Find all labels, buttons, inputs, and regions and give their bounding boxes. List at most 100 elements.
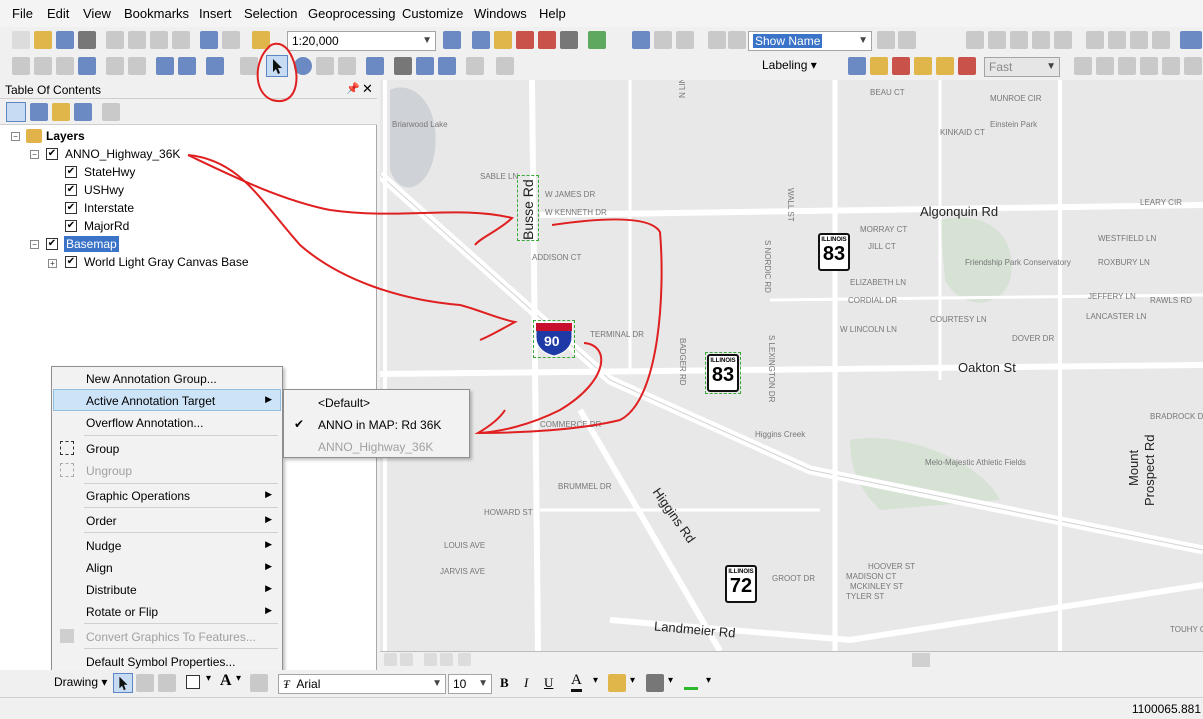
open-icon[interactable]: [34, 31, 52, 49]
fixed-zoom-out-icon[interactable]: [1108, 31, 1126, 49]
menu-geoprocessing[interactable]: Geoprocessing: [308, 6, 395, 21]
zoom-whole-page-icon[interactable]: [1032, 31, 1050, 49]
submenu-item-default[interactable]: <Default>: [286, 392, 468, 412]
collapse-icon[interactable]: −: [30, 240, 39, 249]
list-by-source-icon[interactable]: [30, 103, 48, 121]
collapse-icon[interactable]: −: [30, 150, 39, 159]
menu-item-active-annotation-target[interactable]: Active Annotation Target ▶: [53, 389, 281, 411]
layer-visibility-checkbox[interactable]: ✔: [65, 256, 77, 268]
full-extent-icon[interactable]: [78, 57, 96, 75]
map-scale-combo[interactable]: 1:20,000 ▼: [287, 31, 436, 51]
layout-zoom-out-icon[interactable]: [988, 31, 1006, 49]
layout-pan-icon[interactable]: [1010, 31, 1028, 49]
state-route-shield[interactable]: ILLINOIS 83: [707, 354, 739, 392]
zoom-in-icon[interactable]: [12, 57, 30, 75]
next-page-icon[interactable]: [877, 31, 895, 49]
arctoolbox-icon[interactable]: [538, 31, 556, 49]
editor-toolbar-icon[interactable]: [443, 31, 461, 49]
html-popup-icon[interactable]: [338, 57, 356, 75]
label-weight-icon[interactable]: [892, 57, 910, 75]
menu-edit[interactable]: Edit: [47, 6, 69, 21]
view-unplaced-icon[interactable]: [958, 57, 976, 75]
select-elements-button[interactable]: [266, 55, 288, 77]
layer-anno-highway[interactable]: ANNO_Highway_36K: [65, 147, 180, 161]
class-visibility-checkbox[interactable]: ✔: [65, 166, 77, 178]
layout-tool-icon[interactable]: [632, 31, 650, 49]
hyperlink-icon[interactable]: [316, 57, 334, 75]
pin-icon[interactable]: 📌: [346, 82, 360, 95]
last-page-icon[interactable]: [898, 31, 916, 49]
fill-color-icon[interactable]: [608, 674, 626, 692]
menu-item-new-annotation-group[interactable]: New Annotation Group...: [54, 368, 280, 388]
find-icon[interactable]: [394, 57, 412, 75]
menu-item-default-symbol-properties[interactable]: Default Symbol Properties...: [54, 651, 280, 671]
menu-view[interactable]: View: [83, 6, 111, 21]
forward-icon[interactable]: [178, 57, 196, 75]
measure-icon[interactable]: [366, 57, 384, 75]
font-combo[interactable]: Ŧ Arial ▼: [278, 674, 446, 694]
road-label-prospect[interactable]: Prospect Rd: [1142, 434, 1157, 506]
viewer-window-icon[interactable]: [496, 57, 514, 75]
first-page-icon[interactable]: [708, 31, 726, 49]
go-to-xy-icon[interactable]: [438, 57, 456, 75]
labeling-menu[interactable]: Labeling ▾: [762, 58, 817, 72]
cut-icon[interactable]: [106, 31, 124, 49]
menu-insert[interactable]: Insert: [199, 6, 232, 21]
font-color-button[interactable]: A: [571, 672, 582, 692]
menu-item-align[interactable]: Align ▶: [54, 557, 280, 577]
fixed-zoom-in-icon[interactable]: [1086, 31, 1104, 49]
toc-window-icon[interactable]: [472, 31, 490, 49]
fixed-zoom-in-icon[interactable]: [106, 57, 124, 75]
label-priority-icon[interactable]: [870, 57, 888, 75]
road-label-algonquin[interactable]: Algonquin Rd: [920, 204, 998, 219]
menu-item-nudge[interactable]: Nudge ▶: [54, 535, 280, 555]
options-icon[interactable]: [102, 103, 120, 121]
state-route-shield[interactable]: ILLINOIS 72: [725, 565, 757, 603]
delete-icon[interactable]: [172, 31, 190, 49]
find-route-icon[interactable]: [416, 57, 434, 75]
annotation-class-interstate[interactable]: Interstate: [84, 201, 134, 215]
annotation-class-ushwy[interactable]: USHwy: [84, 183, 124, 197]
edit-vertices-icon[interactable]: [250, 674, 268, 692]
list-by-drawing-order-button[interactable]: [6, 102, 26, 122]
rectangle-tool-icon[interactable]: [186, 675, 200, 689]
select-elements-button[interactable]: [113, 673, 133, 693]
menu-item-graphic-operations[interactable]: Graphic Operations ▶: [54, 485, 280, 505]
pause-labeling-icon[interactable]: [936, 57, 954, 75]
annotation-class-statehwy[interactable]: StateHwy: [84, 165, 135, 179]
data-view-icon[interactable]: [384, 653, 397, 666]
georef-tool5-icon[interactable]: [1162, 57, 1180, 75]
menu-file[interactable]: File: [12, 6, 33, 21]
horizontal-scrollbar-thumb[interactable]: [912, 653, 930, 667]
toggle-draft-icon[interactable]: [1152, 31, 1170, 49]
georef-tool2-icon[interactable]: [1096, 57, 1114, 75]
menu-item-group[interactable]: Group: [54, 438, 280, 458]
menu-bookmarks[interactable]: Bookmarks: [124, 6, 189, 21]
show-name-combo[interactable]: Show Name ▼: [748, 31, 872, 51]
lock-labels-icon[interactable]: [914, 57, 932, 75]
georef-tool1-icon[interactable]: [1074, 57, 1092, 75]
expand-icon[interactable]: +: [48, 259, 57, 268]
drawing-menu[interactable]: Drawing ▾: [54, 675, 107, 689]
catalog-icon[interactable]: [494, 31, 512, 49]
clear-selection-icon[interactable]: [240, 57, 258, 75]
select-features-icon[interactable]: [206, 57, 224, 75]
menu-item-rotate-or-flip[interactable]: Rotate or Flip ▶: [54, 601, 280, 621]
class-visibility-checkbox[interactable]: ✔: [65, 202, 77, 214]
road-label-oakton[interactable]: Oakton St: [958, 360, 1016, 375]
zoom-out-icon[interactable]: [34, 57, 52, 75]
model-builder-icon[interactable]: [588, 31, 606, 49]
line-color-icon[interactable]: [646, 674, 664, 692]
underline-button[interactable]: U: [544, 675, 553, 691]
menu-item-distribute[interactable]: Distribute ▶: [54, 579, 280, 599]
label-quality-combo[interactable]: Fast ▼: [984, 57, 1060, 77]
georef-tool3-icon[interactable]: [1118, 57, 1136, 75]
chevron-down-icon[interactable]: ▾: [236, 673, 241, 684]
redo-icon[interactable]: [222, 31, 240, 49]
georef-tool6-icon[interactable]: [1184, 57, 1202, 75]
menu-item-order[interactable]: Order ▶: [54, 510, 280, 530]
menu-help[interactable]: Help: [539, 6, 566, 21]
layer-world-light-gray[interactable]: World Light Gray Canvas Base: [84, 255, 249, 269]
back-icon[interactable]: [156, 57, 174, 75]
refresh-icon[interactable]: [424, 653, 437, 666]
